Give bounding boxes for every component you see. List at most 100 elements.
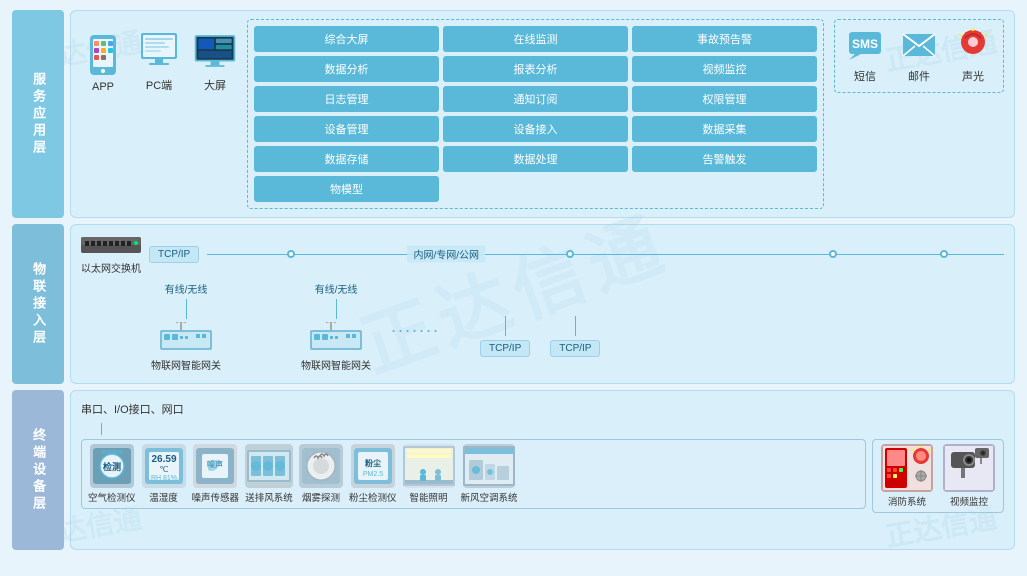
func-btn-5[interactable]: 视频监控 (632, 56, 817, 82)
func-btn-10[interactable]: 设备接入 (443, 116, 628, 142)
func-btn-0[interactable]: 综合大屏 (254, 26, 439, 52)
notif-label-email: 邮件 (908, 68, 930, 84)
device-label-light: 智能照明 (410, 490, 448, 504)
temp-device-icon: 26.59 ℃ RH 81% (142, 444, 186, 488)
device-item-hvac: 新风空调系统 (461, 444, 518, 504)
func-btn-7[interactable]: 通知订阅 (443, 86, 628, 112)
network-line (207, 254, 1004, 255)
gateway-2-section: 有线/无线 物联网智能网关 (301, 281, 371, 372)
dots-section: ....... (391, 281, 440, 341)
app-item-bigscreen: 大屏 (193, 29, 237, 93)
hvac-device-icon (463, 444, 515, 488)
func-btn-9[interactable]: 设备管理 (254, 116, 439, 142)
device-item-noise: 噪声 噪声传感器 (192, 444, 240, 504)
vertical-line-2 (336, 299, 337, 319)
terminal-label-text: 终端设备层 (29, 428, 47, 513)
func-grid-wrapper: 综合大屏 在线监测 事故预告警 数据分析 报表分析 视频监控 日志管理 通知订阅… (247, 19, 824, 209)
svg-text:SMS: SMS (852, 37, 878, 51)
notif-label-sms: 短信 (854, 68, 876, 84)
switch-label: 以太网交换机 (81, 260, 141, 275)
func-btn-1[interactable]: 在线监测 (443, 26, 628, 52)
device-item-air: 检测 空气检测仪 (88, 444, 136, 504)
tcpip-right-1: TCP/IP (480, 316, 530, 357)
iot-label-text: 物联接入层 (29, 262, 47, 347)
svg-text:℃: ℃ (159, 465, 168, 474)
func-btn-8[interactable]: 权限管理 (632, 86, 817, 112)
iot-layer-content: 以太网交换机 TCP/IP 内网/专网/公网 (70, 224, 1015, 384)
gateway-svg-1 (160, 322, 212, 354)
device-label-temp: 温湿度 (149, 490, 178, 504)
notif-item-alarm: 声光 (955, 28, 991, 84)
func-btn-2[interactable]: 事故预告警 (632, 26, 817, 52)
video-device-icon (943, 444, 995, 492)
device-item-dust: 粉尘 PM2.5 粉尘检测仪 (349, 444, 397, 504)
exhaust-device-icon (245, 444, 293, 488)
app-label-app: APP (92, 81, 114, 93)
service-content: APP (81, 19, 1004, 209)
func-btn-14[interactable]: 告警触发 (632, 146, 817, 172)
terminal-layer-label: 终端设备层 (12, 390, 64, 550)
func-btn-3[interactable]: 数据分析 (254, 56, 439, 82)
func-btn-13[interactable]: 数据处理 (443, 146, 628, 172)
serial-vertical-line (101, 423, 102, 435)
net-dot-2 (566, 250, 574, 258)
device-item-exhaust: 送排风系统 (245, 444, 293, 504)
apps-section: APP (81, 19, 237, 93)
func-btn-11[interactable]: 数据采集 (632, 116, 817, 142)
notif-item-email: 邮件 (901, 28, 937, 84)
pc-svg (137, 29, 181, 73)
terminal-content: 串口、I/O接口、网口 检测 (81, 399, 1004, 513)
svg-text:RH 81%: RH 81% (150, 475, 176, 482)
wired-wireless-1: 有线/无线 (165, 281, 208, 296)
email-icon (901, 28, 937, 64)
terminal-layer-row: 终端设备层 串口、I/O接口、网口 (12, 390, 1015, 550)
notif-icons: SMS 短信 (847, 28, 991, 84)
func-grid: 综合大屏 在线监测 事故预告警 数据分析 报表分析 视频监控 日志管理 通知订阅… (254, 26, 817, 202)
func-btn-12[interactable]: 数据存储 (254, 146, 439, 172)
vertical-line-1 (186, 299, 187, 319)
func-btn-4[interactable]: 报表分析 (443, 56, 628, 82)
tcpip-right-box-2: TCP/IP (550, 340, 600, 357)
bigscreen-svg (193, 29, 237, 73)
network-line-area: 内网/专网/公网 (207, 244, 1004, 264)
svg-text:检测: 检测 (103, 461, 121, 472)
intranet-label: 内网/专网/公网 (407, 246, 485, 263)
gateway-2-label: 物联网智能网关 (301, 357, 371, 372)
svg-text:PM2.5: PM2.5 (363, 471, 383, 478)
fire-device-icon (881, 444, 933, 492)
device-label-air: 空气检测仪 (88, 490, 136, 504)
device-label-video: 视频监控 (950, 494, 988, 508)
main-container: 服务应用层 (0, 0, 1027, 576)
app-item-app: APP (81, 33, 125, 93)
tcpip-right-box-1: TCP/IP (480, 340, 530, 357)
svg-text:26.59: 26.59 (151, 454, 176, 465)
service-label-text: 服务应用层 (29, 72, 47, 157)
dots-label: ....... (391, 316, 440, 337)
smoke-device-icon (299, 444, 343, 488)
func-btn-15[interactable]: 物模型 (254, 176, 439, 202)
device-label-fire: 消防系统 (888, 494, 926, 508)
switch-svg (81, 233, 141, 257)
net-dot-3 (829, 250, 837, 258)
func-btn-6[interactable]: 日志管理 (254, 86, 439, 112)
svg-text:粉尘: 粉尘 (365, 458, 381, 468)
app-icon-app (81, 33, 125, 77)
app-icon-bigscreen (193, 29, 237, 73)
service-layer-label: 服务应用层 (12, 10, 64, 218)
app-icon-pc (137, 29, 181, 73)
net-dot-1 (287, 250, 295, 258)
wired-wireless-2: 有线/无线 (315, 281, 358, 296)
main-device-group: 检测 空气检测仪 (81, 439, 866, 509)
device-item-video: 视频监控 (943, 444, 995, 508)
devices-row: 检测 空气检测仪 (81, 439, 1004, 513)
tcpip-box-left: TCP/IP (149, 246, 199, 263)
gateway-1-label: 物联网智能网关 (151, 357, 221, 372)
terminal-layer-content: 串口、I/O接口、网口 检测 (70, 390, 1015, 550)
gateway-svg-2 (310, 322, 362, 354)
net-dot-4 (940, 250, 948, 258)
device-item-smoke: 烟雾探测 (299, 444, 343, 504)
notif-label-alarm: 声光 (962, 68, 984, 84)
app-label-pc: PC端 (146, 77, 172, 93)
app-label-bigscreen: 大屏 (204, 77, 226, 93)
iot-layer-row: 物联接入层 (12, 224, 1015, 384)
